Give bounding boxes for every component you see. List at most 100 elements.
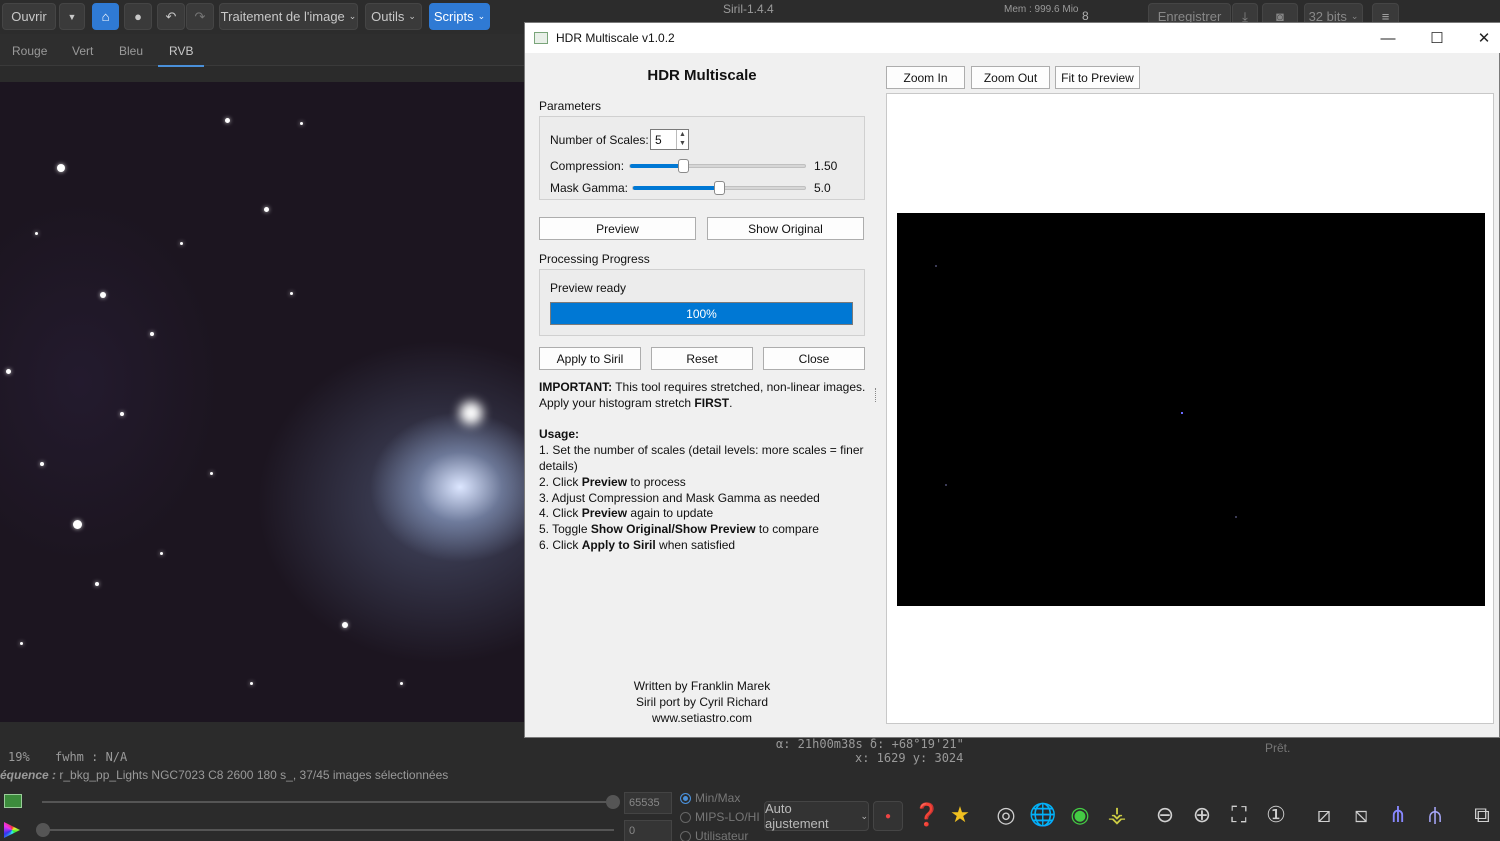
maximize-button[interactable]: ☐ xyxy=(1414,23,1460,53)
open-dropdown-button[interactable]: ▼ xyxy=(59,3,85,30)
usage-step: 5. Toggle Show Original/Show Preview to … xyxy=(539,522,869,538)
globe-icon[interactable]: 🌐 xyxy=(1028,800,1058,830)
chevron-down-icon: ⌄ xyxy=(408,11,416,21)
scales-label: Number of Scales: xyxy=(550,133,649,147)
redo-button[interactable]: ↷ xyxy=(186,3,214,30)
tab-rgb[interactable]: RVB xyxy=(158,44,205,67)
zoom-in-button[interactable]: Zoom In xyxy=(886,66,965,89)
min-slider-knob[interactable] xyxy=(36,823,50,837)
star xyxy=(73,520,82,529)
star xyxy=(40,462,44,466)
reset-button[interactable]: Reset xyxy=(651,347,753,370)
undo-button[interactable]: ↶ xyxy=(157,3,185,30)
preview-button[interactable]: Preview xyxy=(539,217,696,240)
compression-slider-knob[interactable] xyxy=(677,159,689,173)
parameters-label: Parameters xyxy=(539,99,602,113)
instructions-text: IMPORTANT: This tool requires stretched,… xyxy=(539,380,869,554)
max-slider-knob[interactable] xyxy=(606,795,620,809)
redo-icon: ↷ xyxy=(194,8,206,24)
star xyxy=(290,292,293,295)
mode-user[interactable]: Utilisateur xyxy=(680,829,748,841)
astro-image-canvas[interactable] xyxy=(0,82,525,722)
compression-slider[interactable] xyxy=(629,159,806,173)
stretch-select[interactable]: Auto ajustement ⌄ xyxy=(764,801,869,831)
mode-mips[interactable]: MIPS-LO/HI xyxy=(680,810,760,824)
flip-vertical-icon[interactable]: ⧅ xyxy=(1346,800,1376,830)
close-button[interactable]: Close xyxy=(763,347,865,370)
color-balance-button[interactable]: ● xyxy=(873,801,903,831)
zoom-fit-icon[interactable]: ⛶ xyxy=(1224,800,1254,830)
spin-arrows-icon[interactable]: ▲ ▼ xyxy=(676,130,688,149)
usage-step-text: 4. Click xyxy=(539,506,582,521)
max-slider[interactable] xyxy=(42,801,614,803)
preview-star xyxy=(945,484,947,486)
usage-step-text: again to update xyxy=(627,506,714,521)
tool-title: HDR Multiscale xyxy=(647,67,757,84)
usage-step-bold: Show Original/Show Preview xyxy=(590,522,756,537)
tab-blue[interactable]: Bleu xyxy=(119,44,143,58)
radio-icon xyxy=(680,830,691,841)
mask-gamma-slider-knob[interactable] xyxy=(714,181,725,195)
show-original-button[interactable]: Show Original xyxy=(707,217,864,240)
flip-horizontal-icon[interactable]: ⧄ xyxy=(1309,800,1339,830)
rgb-align-icon[interactable]: ⋔ xyxy=(1383,800,1413,830)
tools-label: Outils xyxy=(371,9,405,24)
mode-mips-label: MIPS-LO/HI xyxy=(695,810,760,824)
mode-minmax[interactable]: Min/Max xyxy=(680,791,740,805)
home-button[interactable]: ⌂ xyxy=(92,3,119,30)
splitter-handle[interactable] xyxy=(875,388,877,402)
apply-to-siril-button[interactable]: Apply to Siril xyxy=(539,347,641,370)
open-button-label: Ouvrir xyxy=(11,9,47,24)
preview-image[interactable] xyxy=(897,213,1485,606)
pixel-coordinates: x: 1629 y: 3024 xyxy=(855,751,964,765)
zoom-one-icon[interactable]: ① xyxy=(1261,800,1291,830)
max-value-field[interactable]: 65535 xyxy=(624,792,672,814)
preview-scroll-area[interactable] xyxy=(886,93,1494,724)
min-value-field[interactable]: 0 xyxy=(624,820,672,841)
zoom-out-button[interactable]: Zoom Out xyxy=(971,66,1050,89)
important-note: IMPORTANT: This tool requires stretched,… xyxy=(539,380,869,412)
credit-author: Written by Franklin Marek xyxy=(633,679,771,693)
annotate-icon[interactable]: ❓ xyxy=(912,800,942,830)
star xyxy=(100,292,106,298)
star-catalog-icon[interactable]: ★ xyxy=(945,800,975,830)
star xyxy=(250,682,253,685)
open-button[interactable]: Ouvrir xyxy=(2,3,56,30)
usage-step-bold: Apply to Siril xyxy=(581,537,656,552)
scripts-menu[interactable]: Scripts ⌄ xyxy=(429,3,490,30)
compression-value: 1.50 xyxy=(814,159,838,173)
credit-website[interactable]: www.setiastro.com xyxy=(525,710,879,726)
chevron-down-icon: ▼ xyxy=(67,11,77,22)
image-processing-menu[interactable]: Traitement de l'image ⌄ xyxy=(219,3,358,30)
mask-gamma-slider[interactable] xyxy=(632,181,806,195)
record-button[interactable]: ● xyxy=(124,3,152,30)
split-channels-icon[interactable]: ⫛ xyxy=(1420,800,1450,830)
windows-icon[interactable]: ⧉ xyxy=(1467,800,1497,830)
star xyxy=(400,682,403,685)
min-slider[interactable] xyxy=(42,829,614,831)
psf-icon[interactable]: ⚶ xyxy=(1102,800,1132,830)
zoom-out-icon[interactable]: ⊖ xyxy=(1150,800,1180,830)
close-window-button[interactable]: ✕ xyxy=(1461,23,1500,53)
sequence-bar: équence : r_bkg_pp_Lights NGC7023 C8 260… xyxy=(0,768,525,786)
star xyxy=(342,622,348,628)
color-triangle-icon[interactable] xyxy=(4,822,20,838)
mask-gamma-value: 5.0 xyxy=(814,181,831,195)
tab-green[interactable]: Vert xyxy=(72,44,93,58)
tools-menu[interactable]: Outils ⌄ xyxy=(365,3,422,30)
tab-red[interactable]: Rouge xyxy=(12,44,47,58)
status-text: Prêt. xyxy=(1265,741,1291,755)
fit-to-preview-button[interactable]: Fit to Preview xyxy=(1055,66,1140,89)
usage-step: 2. Click Preview to process xyxy=(539,475,869,491)
sequence-prefix: équence : xyxy=(0,768,57,782)
target-icon[interactable]: ◉ xyxy=(1065,800,1095,830)
app-title: Siril-1.4.4 xyxy=(723,2,774,16)
zoom-in-icon[interactable]: ⊕ xyxy=(1187,800,1217,830)
thread-count[interactable]: 8 xyxy=(1082,9,1089,23)
siril-info-bar: 19% fwhm : N/A α: 21h00m38s δ: +68°19'21… xyxy=(0,737,1500,770)
mask-gamma-slider-fill xyxy=(633,186,719,190)
credit-port: Siril port by Cyril Richard xyxy=(635,695,769,709)
minimize-button[interactable]: — xyxy=(1365,23,1411,53)
histogram-icon[interactable] xyxy=(4,794,22,808)
galaxy-icon[interactable]: ◎ xyxy=(991,800,1021,830)
